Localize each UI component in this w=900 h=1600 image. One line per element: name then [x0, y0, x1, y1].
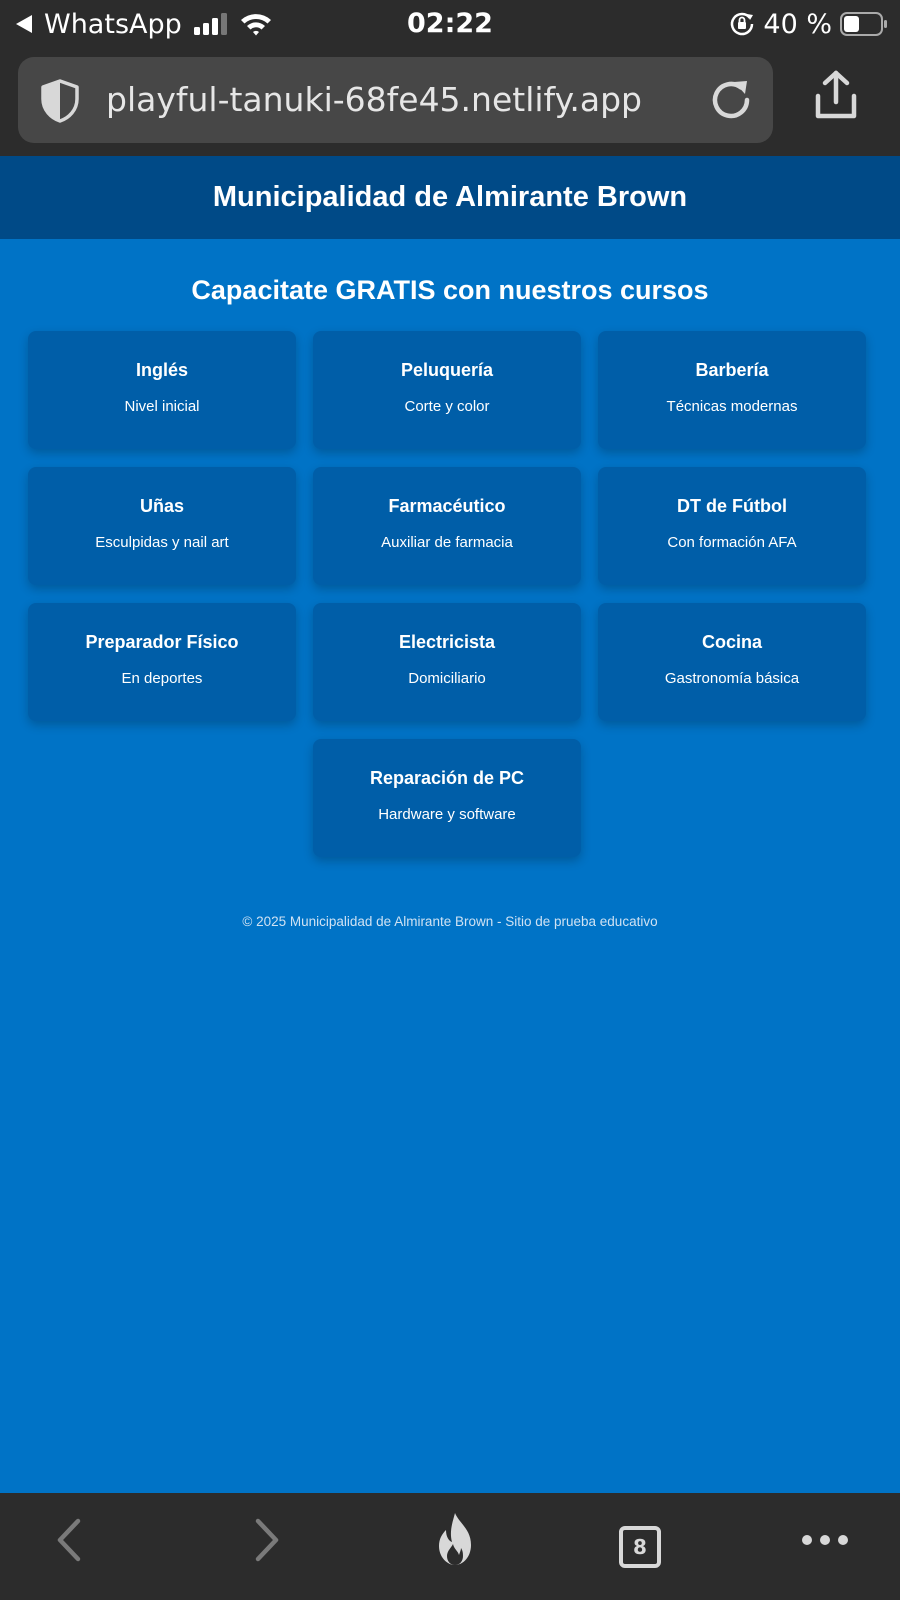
course-card-reparacion-pc[interactable]: Reparación de PC Hardware y software	[313, 739, 581, 857]
course-title: Barbería	[695, 360, 769, 380]
course-card-dt-futbol[interactable]: DT de Fútbol Con formación AFA	[598, 467, 866, 585]
course-card-cocina[interactable]: Cocina Gastronomía básica	[598, 603, 866, 721]
browser-bottom-toolbar: 8	[0, 1493, 900, 1600]
course-desc: Domiciliario	[408, 670, 486, 687]
course-desc: Técnicas modernas	[666, 398, 798, 415]
address-field[interactable]: playful-tanuki-68fe45.netlify.app	[18, 57, 773, 143]
browser-url-bar: playful-tanuki-68fe45.netlify.app	[0, 48, 900, 156]
course-card-electricista[interactable]: Electricista Domiciliario	[313, 603, 581, 721]
course-desc: Hardware y software	[378, 806, 516, 823]
site-header-title: Municipalidad de Almirante Brown	[0, 156, 900, 239]
course-title: Peluquería	[400, 360, 494, 380]
share-icon[interactable]	[812, 70, 860, 122]
battery-icon	[840, 12, 887, 36]
tabs-icon[interactable]: 8	[619, 1526, 661, 1568]
course-title: Reparación de PC	[369, 768, 525, 788]
course-title: Uñas	[139, 496, 184, 516]
course-desc: Con formación AFA	[667, 534, 797, 551]
course-card-unas[interactable]: Uñas Esculpidas y nail art	[28, 467, 296, 585]
reload-icon[interactable]	[707, 76, 755, 124]
course-title: Electricista	[398, 632, 496, 652]
url-text: playful-tanuki-68fe45.netlify.app	[106, 80, 643, 119]
course-desc: Esculpidas y nail art	[95, 534, 229, 551]
course-title: Cocina	[701, 632, 762, 652]
course-card-ingles[interactable]: Inglés Nivel inicial	[28, 331, 296, 449]
more-icon[interactable]	[795, 1515, 855, 1565]
course-title: Inglés	[135, 360, 188, 380]
course-card-farmaceutico[interactable]: Farmacéutico Auxiliar de farmacia	[313, 467, 581, 585]
flame-icon[interactable]	[425, 1509, 485, 1569]
page-heading: Capacitate GRATIS con nuestros cursos	[191, 275, 709, 305]
course-desc: Corte y color	[404, 398, 490, 415]
status-bar: WhatsApp 02:22 40 %	[0, 0, 900, 48]
nav-forward-icon[interactable]	[236, 1515, 296, 1565]
course-card-peluqueria[interactable]: Peluquería Corte y color	[313, 331, 581, 449]
course-title: Farmacéutico	[388, 496, 506, 516]
nav-back-icon[interactable]	[40, 1515, 100, 1565]
course-card-preparador-fisico[interactable]: Preparador Físico En deportes	[28, 603, 296, 721]
battery-percent: 40 %	[763, 8, 832, 40]
course-title: DT de Fútbol	[677, 496, 787, 516]
status-right: 40 %	[729, 6, 888, 42]
shield-icon[interactable]	[36, 77, 84, 125]
course-title: Preparador Físico	[85, 632, 239, 652]
course-desc: Gastronomía básica	[664, 670, 800, 687]
footer-text: © 2025 Municipalidad de Almirante Brown …	[242, 914, 658, 929]
course-desc: En deportes	[121, 670, 203, 687]
course-card-barberia[interactable]: Barbería Técnicas modernas	[598, 331, 866, 449]
course-desc: Auxiliar de farmacia	[381, 534, 513, 551]
course-desc: Nivel inicial	[124, 398, 200, 415]
lock-rotation-icon	[731, 12, 754, 36]
